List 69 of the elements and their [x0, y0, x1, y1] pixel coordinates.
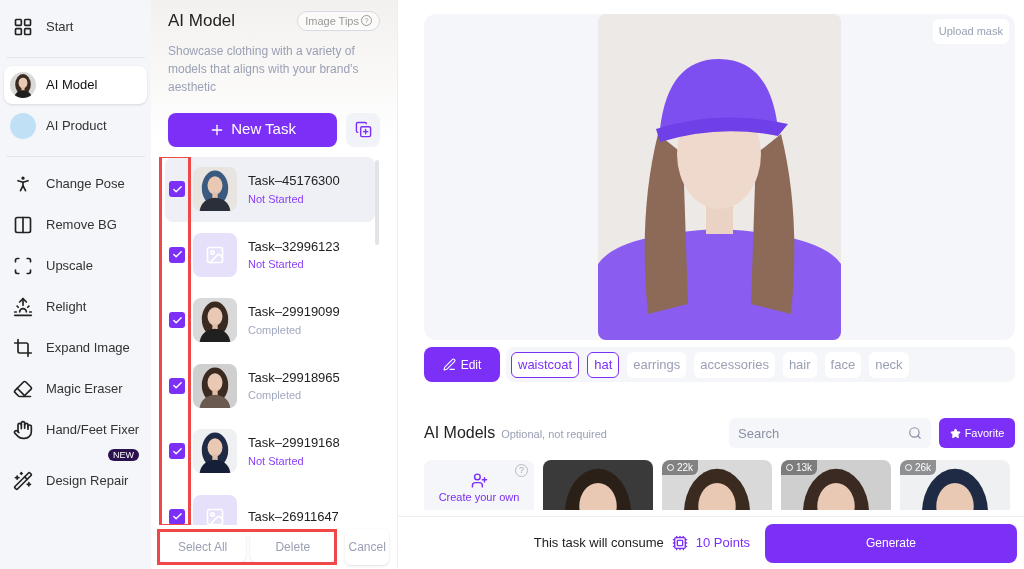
task-name: Task–26911647: [248, 508, 339, 525]
check-icon: [171, 314, 183, 326]
grid-icon: [13, 17, 33, 37]
hand-icon: [13, 420, 33, 440]
pen-icon: [442, 358, 456, 371]
sidebar-item[interactable]: Expand Image: [4, 329, 147, 367]
consume-text: This task will consume: [533, 534, 664, 553]
crop-icon: [13, 338, 33, 358]
section-subtitle: Optional, not required: [501, 427, 607, 443]
checkbox[interactable]: [169, 443, 185, 460]
sidebar-item[interactable]: Start: [4, 8, 147, 46]
new-task-button[interactable]: New Task: [168, 112, 338, 147]
checkbox[interactable]: [169, 246, 185, 263]
tag-chip[interactable]: waistcoat: [511, 351, 580, 378]
new-badge: NEW: [108, 449, 139, 461]
usage-count: 22k: [662, 460, 699, 475]
task-status: Completed: [248, 388, 303, 404]
scan-icon: [13, 256, 33, 276]
task-status: Not Started: [248, 191, 305, 207]
sidebar-item[interactable]: Design Repair: [4, 462, 147, 500]
task-name: Task–32996123: [248, 237, 340, 256]
checkbox[interactable]: [169, 312, 185, 329]
checkbox[interactable]: [169, 508, 185, 525]
search-icon: [908, 426, 922, 440]
copy-button[interactable]: [346, 112, 380, 147]
task-row[interactable]: Task–45176300 Not Started: [165, 156, 375, 222]
columns-icon: [13, 215, 33, 235]
sidebar-item[interactable]: Remove BG: [4, 206, 147, 244]
edit-button[interactable]: Edit: [424, 347, 500, 382]
usage-count: 13k: [781, 460, 818, 475]
task-name: Task–45176300: [248, 172, 340, 191]
check-icon: [171, 183, 183, 195]
user-plus-icon: [470, 472, 488, 489]
section-title: AI Models: [424, 423, 496, 443]
sidebar-item[interactable]: Change Pose: [4, 165, 147, 203]
sidebar-item[interactable]: Magic Eraser: [4, 370, 147, 408]
sidebar-item[interactable]: Upscale: [4, 247, 147, 285]
tag-chip[interactable]: hat: [587, 351, 620, 378]
avatar-icon: [10, 113, 36, 139]
star-icon: [949, 427, 961, 439]
task-name: Task–29918965: [248, 368, 340, 387]
sidebar-item[interactable]: Relight: [4, 288, 147, 326]
panel-description: Showcase clothing with a variety of models that aligns with your brand’s aesthetic: [168, 42, 360, 96]
create-model-card[interactable]: Create your own ?: [424, 460, 534, 510]
favorite-button[interactable]: Favorite: [939, 418, 1015, 448]
sidebar-item[interactable]: Hand/Feet Fixer: [4, 411, 147, 449]
image-placeholder: [193, 232, 237, 277]
image-placeholder: [193, 494, 237, 525]
checkbox[interactable]: [169, 377, 185, 394]
checkbox[interactable]: [169, 181, 185, 198]
eraser-icon: [13, 379, 33, 399]
usage-count: 26k: [900, 460, 937, 475]
points-text: 10 Points: [695, 534, 750, 553]
copy-plus-icon: [354, 121, 372, 138]
task-status: Completed: [248, 322, 303, 338]
sidebar-item[interactable]: AI Model: [4, 66, 147, 104]
check-icon: [171, 445, 183, 457]
sidebar-item[interactable]: AI Product: [4, 107, 147, 145]
task-status: Not Started: [248, 453, 305, 469]
generate-button[interactable]: Generate: [765, 523, 1017, 563]
search-field[interactable]: Search: [729, 418, 931, 448]
sunrise-icon: [13, 297, 33, 317]
task-name: Task–29919168: [248, 434, 340, 453]
chip-icon: [671, 535, 688, 551]
wand-icon: [13, 471, 33, 491]
task-name: Task–29919099: [248, 303, 340, 322]
create-model-label: Create your own: [438, 491, 520, 503]
panel-title: AI Model: [168, 10, 236, 32]
task-status: Not Started: [248, 257, 305, 273]
